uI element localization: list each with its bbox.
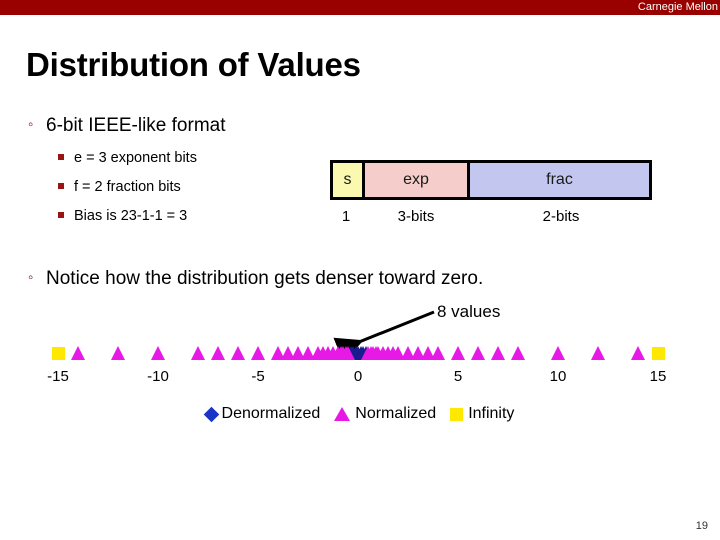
bullet-item-format: ◦ 6-bit IEEE-like format: [28, 115, 226, 137]
legend-item-denormalized: Denormalized: [203, 405, 321, 423]
chart-tick-label: 10: [549, 368, 567, 385]
value-distribution-chart: 8 values -15 -10 -5 0 5 10 15 Denormalized Nor…: [0, 290, 720, 435]
chart-marker-normalized: [431, 346, 445, 360]
annotation-8-values: 8 values: [437, 302, 501, 321]
chart-marker-normalized: [71, 346, 85, 360]
bullet-label: 6-bit IEEE-like format: [46, 115, 226, 136]
chart-marker-normalized: [211, 346, 225, 360]
chart-marker-normalized: [491, 346, 505, 360]
page-number: 19: [695, 520, 708, 532]
chart-tick-label: 5: [453, 368, 463, 385]
chart-marker-normalized: [251, 346, 265, 360]
bullet-marker-icon: ◦: [28, 116, 34, 133]
square-bullet-icon: [58, 209, 74, 221]
bitfield-cell-frac: frac: [470, 163, 649, 197]
bullet-label: e = 3 exponent bits: [74, 150, 197, 166]
bullet-label: Notice how the distribution gets denser …: [46, 268, 484, 289]
brand-label: Carnegie Mellon: [637, 1, 718, 13]
chart-marker-normalized: [191, 346, 205, 360]
bullet-item-exponent-bits: e = 3 exponent bits: [58, 150, 197, 166]
legend-label: Denormalized: [221, 405, 321, 422]
bitfield-cell-exp: exp: [365, 163, 470, 197]
chart-marker-normalized: [151, 346, 165, 360]
bitfield-width-frac: 2-bits: [542, 208, 580, 225]
chart-marker-normalized: [631, 346, 645, 360]
chart-tick-label: -15: [47, 368, 69, 385]
chart-marker-normalized: [471, 346, 485, 360]
bullet-label: Bias is 23-1-1 = 3: [74, 208, 188, 224]
chart-marker-normalized: [451, 346, 465, 360]
square-icon: [450, 407, 464, 421]
chart-tick-label: -10: [147, 368, 169, 385]
bullet-item-fraction-bits: f = 2 fraction bits: [58, 179, 181, 195]
chart-marker-normalized: [341, 346, 355, 360]
chart-legend: Denormalized Normalized Infinity: [0, 402, 720, 426]
bullet-item-notice: ◦ Notice how the distribution gets denser…: [28, 268, 483, 290]
bullet-marker-icon: ◦: [28, 269, 34, 286]
chart-marker-infinity: [651, 347, 665, 360]
chart-axis-ticks: -15 -10 -5 0 5 10 15: [0, 368, 720, 390]
triangle-icon: [334, 407, 351, 421]
bitfield-width-labels: 1 3-bits 2-bits: [330, 208, 652, 230]
chart-marker-infinity: [51, 347, 65, 360]
chart-tick-label: 0: [353, 368, 363, 385]
chart-tick-label: -5: [251, 368, 265, 385]
chart-marker-normalized: [231, 346, 245, 360]
chart-marker-normalized: [111, 346, 125, 360]
bitfield-cell-sign: s: [333, 163, 365, 197]
chart-marker-normalized: [591, 346, 605, 360]
header-bar: Carnegie Mellon: [0, 0, 720, 15]
legend-label: Normalized: [355, 405, 437, 422]
bitfield-width-exp: 3-bits: [397, 208, 435, 225]
chart-marker-normalized: [511, 346, 525, 360]
legend-item-normalized: Normalized: [334, 405, 436, 423]
chart-tick-label: 15: [649, 368, 667, 385]
chart-marker-normalized: [551, 346, 565, 360]
square-bullet-icon: [58, 151, 74, 163]
page-title: Distribution of Values: [26, 46, 361, 83]
chart-markers: [0, 338, 720, 360]
bitfield-diagram: s exp frac: [330, 160, 652, 200]
diamond-icon: [203, 406, 219, 422]
bullet-label: f = 2 fraction bits: [74, 179, 181, 195]
square-bullet-icon: [58, 180, 74, 192]
bullet-item-bias: Bias is 23-1-1 = 3: [58, 208, 187, 224]
legend-item-infinity: Infinity: [450, 405, 514, 423]
legend-label: Infinity: [468, 405, 515, 422]
bitfield-width-sign: 1: [341, 208, 351, 225]
